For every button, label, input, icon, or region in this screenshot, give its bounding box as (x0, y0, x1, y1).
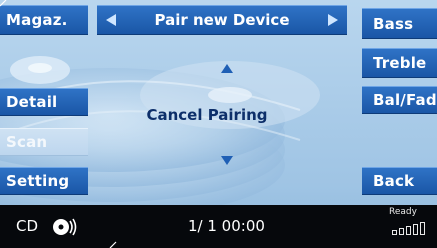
next-arrow-icon[interactable] (328, 14, 338, 26)
selector-title: Pair new Device (154, 11, 290, 29)
back-button-label: Back (373, 172, 415, 190)
setting-button-label: Setting (6, 172, 70, 190)
magazine-button[interactable]: Magaz. (0, 5, 88, 35)
magazine-button-label: Magaz. (6, 11, 68, 29)
balance-fade-button-label: Bal/Fad (373, 91, 437, 109)
cancel-pairing-option[interactable]: Cancel Pairing (132, 102, 282, 128)
track-time-readout: 1/ 1 00:00 (188, 217, 265, 235)
scan-button-label: Scan (6, 133, 48, 151)
cancel-pairing-label: Cancel Pairing (146, 106, 268, 124)
pair-new-device-selector[interactable]: Pair new Device (97, 5, 347, 35)
detail-button[interactable]: Detail (0, 88, 88, 116)
scan-button[interactable]: Scan (0, 128, 88, 156)
setting-button[interactable]: Setting (0, 167, 88, 195)
cd-disc-icon (53, 218, 77, 236)
scroll-up-icon[interactable] (221, 64, 233, 73)
back-button[interactable]: Back (362, 167, 437, 195)
bass-button-label: Bass (373, 14, 414, 33)
treble-button-label: Treble (373, 54, 427, 72)
infotainment-screen: Magaz. Detail Scan Setting Pair new Devi… (0, 0, 437, 248)
scroll-down-icon[interactable] (221, 156, 233, 165)
treble-button[interactable]: Treble (362, 48, 437, 78)
ready-label: Ready (389, 207, 417, 217)
balance-fade-button[interactable]: Bal/Fad (362, 86, 437, 114)
detail-button-label: Detail (6, 93, 58, 111)
status-bar: CD 1/ 1 00:00 Ready (0, 205, 437, 248)
source-label: CD (16, 217, 39, 235)
bass-button[interactable]: Bass (362, 8, 437, 39)
signal-strength-icon (392, 222, 425, 235)
previous-arrow-icon[interactable] (106, 14, 116, 26)
